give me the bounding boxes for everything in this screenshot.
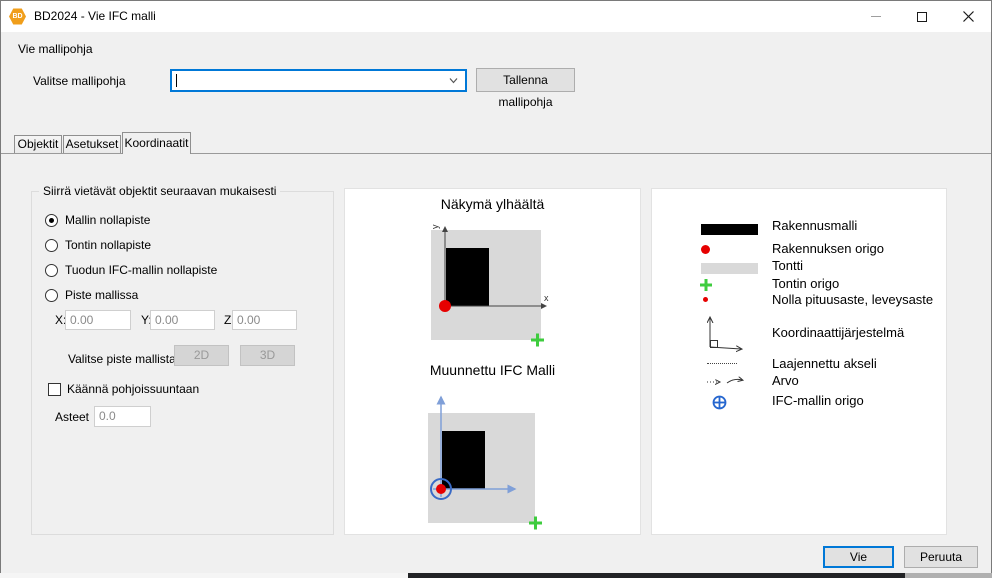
radio-piste-mallissa[interactable]: Piste mallissa — [45, 288, 138, 302]
pick-3d-button: 3D — [240, 345, 295, 366]
background-strip — [905, 573, 992, 578]
template-combobox-input[interactable] — [175, 72, 435, 89]
background-strip — [0, 573, 408, 578]
maximize-button[interactable] — [899, 1, 945, 32]
minimize-icon — [871, 16, 881, 17]
degrees-field: 0.0 — [94, 406, 151, 427]
building-rect — [446, 248, 489, 306]
x-field: 0.00 — [65, 310, 131, 330]
radio-icon — [45, 214, 58, 227]
legend-label: Arvo — [772, 373, 799, 388]
y-field: 0.00 — [150, 310, 215, 330]
legend-label: Nolla pituusaste, leveysaste — [772, 292, 933, 307]
rotate-north-checkbox-row[interactable]: Käännä pohjoissuuntaan — [48, 382, 199, 396]
bd-logo-icon: BD — [9, 8, 26, 25]
coordinate-inputs-row: X: 0.00 Y: 0.00 Z: 0.00 — [32, 310, 333, 332]
radio-tontin-nollapiste[interactable]: Tontin nollapiste — [45, 238, 151, 252]
plot-origin-icon — [699, 278, 713, 292]
legend-label: Rakennuksen origo — [772, 241, 884, 256]
template-select-label: Valitse mallipohja — [33, 74, 126, 88]
tab-koordinaatit[interactable]: Koordinaatit — [122, 132, 191, 154]
move-options-groupbox: Siirrä vietävät objektit seuraavan mukai… — [31, 191, 334, 535]
export-button[interactable]: Vie — [823, 546, 894, 568]
legend-label: Tontin origo — [772, 276, 839, 291]
bd-logo-text: BD — [12, 13, 22, 20]
extended-axis-icon — [707, 363, 737, 364]
radio-mallin-nollapiste[interactable]: Mallin nollapiste — [45, 213, 150, 227]
pick-2d-button: 2D — [174, 345, 229, 366]
degrees-label: Asteet — [55, 410, 89, 424]
x-axis-label: x — [544, 293, 549, 303]
zero-latitude-icon — [703, 297, 708, 302]
y-axis-label: y — [430, 224, 440, 229]
coordinate-system-icon — [702, 313, 748, 353]
close-icon — [963, 11, 974, 22]
save-template-button[interactable]: Tallenna mallipohja — [476, 68, 575, 92]
cancel-button[interactable]: Peruuta — [904, 546, 978, 568]
chevron-down-icon[interactable] — [449, 76, 458, 85]
template-combobox[interactable] — [170, 69, 467, 92]
legend-label: Koordinaattijärjestelmä — [772, 325, 904, 340]
legend-label: Rakennusmalli — [772, 218, 857, 233]
close-button[interactable] — [945, 1, 991, 32]
top-view-diagram: x y — [345, 217, 642, 359]
maximize-icon — [917, 12, 927, 22]
building-swatch — [701, 224, 758, 235]
radio-tuodun-ifc-mallin-nollapiste[interactable]: Tuodun IFC-mallin nollapiste — [45, 263, 217, 277]
radio-label: Piste mallissa — [65, 288, 138, 302]
titlebar: BD BD2024 - Vie IFC malli — [1, 1, 991, 32]
building-origin-dot — [436, 484, 446, 494]
building-origin-dot — [439, 300, 451, 312]
radio-label: Tuodun IFC-mallin nollapiste — [65, 263, 217, 277]
legend-label: Tontti — [772, 258, 803, 273]
group-title: Siirrä vietävät objektit seuraavan mukai… — [39, 184, 280, 198]
tab-asetukset[interactable]: Asetukset — [63, 135, 121, 153]
radio-label: Tontin nollapiste — [65, 238, 151, 252]
minimize-button — [853, 1, 899, 32]
checkbox-icon[interactable] — [48, 383, 61, 396]
diagram-panel: Näkymä ylhäältä x y Muun — [344, 188, 641, 535]
export-ifc-dialog: BD BD2024 - Vie IFC malli Vie mallipohja… — [0, 0, 992, 573]
z-field: 0.00 — [232, 310, 297, 330]
ifc-origin-icon — [712, 395, 727, 410]
transformed-title: Muunnettu IFC Malli — [345, 362, 640, 378]
legend-label: Laajennettu akseli — [772, 356, 877, 371]
transformed-diagram — [345, 385, 642, 535]
pick-point-label: Valitse piste mallista — [68, 352, 176, 366]
radio-icon — [45, 289, 58, 302]
legend-panel: Rakennusmalli Rakennuksen origo Tontti T… — [651, 188, 947, 535]
window-title: BD2024 - Vie IFC malli — [34, 9, 156, 23]
rotate-north-label: Käännä pohjoissuuntaan — [67, 382, 199, 396]
screen: BD BD2024 - Vie IFC malli Vie mallipohja… — [0, 0, 992, 578]
value-arrows-icon — [706, 375, 750, 387]
background-strip — [408, 573, 905, 578]
radio-icon — [45, 239, 58, 252]
building-rect — [442, 431, 485, 489]
legend-label: IFC-mallin origo — [772, 393, 864, 408]
template-section-heading: Vie mallipohja — [18, 42, 93, 56]
radio-label: Mallin nollapiste — [65, 213, 150, 227]
radio-icon — [45, 264, 58, 277]
building-origin-icon — [701, 245, 710, 254]
top-view-title: Näkymä ylhäältä — [345, 196, 640, 212]
plot-swatch — [701, 263, 758, 274]
tab-objektit[interactable]: Objektit — [14, 135, 62, 153]
